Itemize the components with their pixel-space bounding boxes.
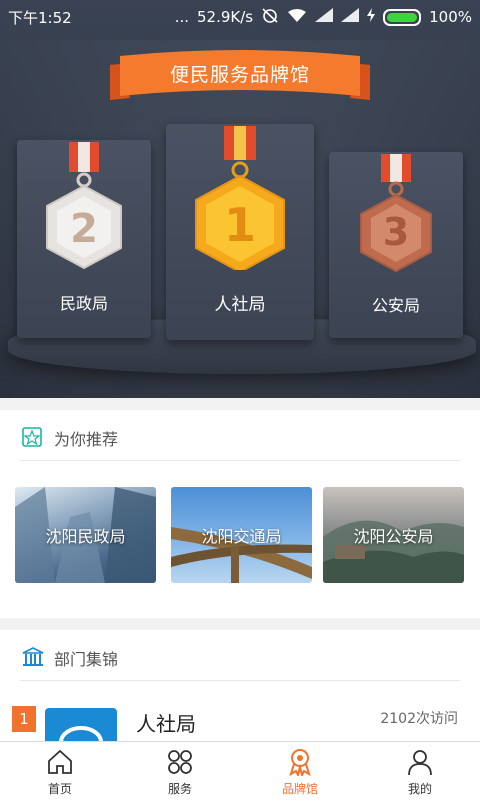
recommend-card-civil-affairs[interactable]: 沈阳民政局 — [15, 487, 156, 583]
medal-icon — [286, 748, 314, 778]
recommend-title: 为你推荐 — [54, 430, 119, 449]
recommend-card-transport[interactable]: 沈阳交通局 — [171, 487, 312, 583]
signal-icon — [315, 8, 334, 26]
departments-header: 部门集锦 — [20, 636, 460, 681]
tab-label: 品牌馆 — [281, 782, 318, 796]
status-dots: ... — [174, 8, 189, 26]
status-time: 下午1:52 — [8, 9, 72, 27]
department-name: 人社局 — [136, 712, 196, 736]
building-icon — [22, 647, 44, 671]
recommend-card-public-security[interactable]: 沈阳公安局 — [323, 487, 464, 583]
podium-card-3[interactable]: 3 公安局 — [329, 152, 463, 338]
alarm-off-icon — [261, 7, 279, 27]
battery-icon — [383, 8, 422, 26]
tab-label: 我的 — [407, 782, 432, 796]
tab-brand-hall[interactable]: 品牌馆 — [240, 742, 360, 801]
podium-name: 人社局 — [214, 295, 266, 315]
banner-ribbon: 便民服务品牌馆 — [110, 50, 370, 100]
podium-name: 民政局 — [59, 294, 108, 313]
department-visits: 2102次访问 — [380, 711, 458, 727]
medal-rank: 2 — [70, 206, 98, 252]
brand-hall-banner: 下午1:52 ... 52.9K/s 100% 便民服务品牌馆 2 民政局 1 … — [0, 0, 480, 398]
podium-card-2[interactable]: 2 民政局 — [17, 140, 151, 338]
status-bar: 下午1:52 ... 52.9K/s 100% — [0, 0, 480, 32]
tab-services[interactable]: 服务 — [120, 742, 240, 801]
tab-home[interactable]: 首页 — [0, 742, 120, 801]
medal-rank: 1 — [223, 198, 256, 252]
podium-card-1[interactable]: 1 人社局 — [166, 124, 314, 340]
medal-rank: 3 — [382, 210, 410, 254]
tab-label: 服务 — [167, 782, 192, 796]
recommend-label: 沈阳公安局 — [353, 527, 434, 546]
departments-title: 部门集锦 — [54, 650, 119, 669]
tab-profile[interactable]: 我的 — [360, 742, 480, 801]
rank-badge: 1 — [12, 706, 36, 732]
charging-icon — [367, 8, 376, 26]
recommend-label: 沈阳民政局 — [45, 527, 126, 546]
home-icon — [46, 748, 74, 776]
recommend-header: 为你推荐 — [20, 416, 460, 461]
user-icon — [406, 748, 434, 776]
departments-section: 部门集锦 — [0, 630, 480, 700]
recommend-label: 沈阳交通局 — [201, 527, 282, 546]
bottom-tab-bar: 首页 服务 品牌馆 我的 — [0, 741, 480, 801]
wifi-icon — [287, 8, 307, 27]
signal-2-icon — [341, 8, 360, 26]
banner-title: 便民服务品牌馆 — [169, 64, 310, 86]
battery-percent: 100% — [429, 8, 472, 26]
tab-label: 首页 — [47, 782, 72, 796]
grid-icon — [166, 748, 194, 776]
network-speed: 52.9K/s — [197, 8, 254, 26]
star-icon — [22, 427, 42, 451]
podium-name: 公安局 — [371, 296, 420, 315]
